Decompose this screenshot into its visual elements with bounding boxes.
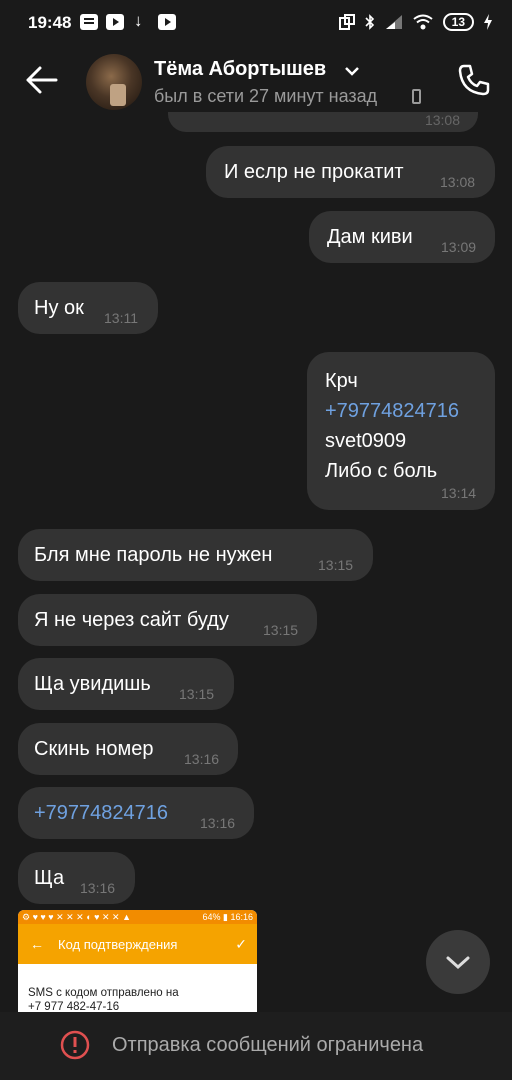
signal-icon <box>385 15 402 29</box>
message-time: 13:08 <box>440 174 476 190</box>
document-icon <box>80 14 98 30</box>
message-bubble-incoming[interactable]: Я не через сайт буду 13:15 <box>18 594 317 646</box>
chat-header: Тёма Абортышев был в сети 27 минут назад <box>0 48 512 114</box>
youtube-icon <box>106 14 124 30</box>
battery-indicator: 13 <box>442 13 474 31</box>
message-time: 13:14 <box>441 485 477 501</box>
message-text: Я не через сайт буду <box>34 609 229 631</box>
message-bubble-partial: 13:08 <box>168 112 478 132</box>
bluetooth-icon <box>365 14 374 30</box>
message-time: 13:08 <box>424 112 460 128</box>
screenshot-battery: 64% <box>202 911 221 922</box>
screenshot-status-icons: ⚙ ♥ ♥ ♥ ✕ ✕ ✕ ◐ ♥ ✕ ✕ ▲ <box>22 911 131 922</box>
youtube-icon <box>158 14 176 30</box>
back-arrow-icon[interactable] <box>22 62 62 98</box>
messaging-restricted-bar: Отправка сообщений ограничена <box>0 1012 512 1080</box>
message-time: 13:16 <box>184 751 220 767</box>
message-bubble-incoming[interactable]: Ща увидишь 13:15 <box>18 658 234 710</box>
mobile-device-icon <box>412 89 421 104</box>
message-text: Бля мне пароль не нужен <box>34 544 273 566</box>
message-bubble-outgoing[interactable]: Дам киви 13:09 <box>309 211 495 263</box>
chevron-down-icon[interactable] <box>344 66 360 76</box>
message-text-line: Крч <box>325 370 358 392</box>
message-bubble-incoming[interactable]: Ща 13:16 <box>18 852 135 904</box>
screen-mirror-icon <box>338 14 355 30</box>
screenshot-title: Код подтверждения <box>58 936 178 952</box>
charging-icon <box>484 14 492 30</box>
message-text: И еслр не прокатит <box>224 161 404 183</box>
chevron-down-icon <box>446 956 470 970</box>
wifi-icon <box>413 14 433 30</box>
message-time: 13:09 <box>441 239 477 255</box>
phone-call-icon[interactable] <box>456 62 492 98</box>
message-bubble-incoming[interactable]: Бля мне пароль не нужен 13:15 <box>18 529 373 581</box>
message-bubble-incoming[interactable]: Скинь номер 13:16 <box>18 723 238 775</box>
warning-icon <box>60 1030 90 1060</box>
download-icon <box>132 11 150 31</box>
scroll-to-bottom-button[interactable] <box>426 930 490 994</box>
message-text: Ща увидишь <box>34 673 151 695</box>
message-text-line: svet0909 <box>325 430 407 452</box>
message-text: Дам киви <box>327 226 413 248</box>
message-text: Ща <box>34 867 65 889</box>
status-time: 19:48 <box>28 13 72 32</box>
message-time: 13:15 <box>263 622 299 638</box>
screenshot-back-arrow-icon: ← <box>30 936 44 952</box>
message-bubble-incoming[interactable]: Ну ок 13:11 <box>18 282 158 334</box>
message-time: 13:11 <box>104 310 138 326</box>
message-bubble-incoming[interactable]: +79774824716 13:16 <box>18 787 254 839</box>
status-bar: 19:48 13 <box>0 0 512 48</box>
message-time: 13:16 <box>200 815 236 831</box>
screenshot-time: 16:16 <box>230 911 253 922</box>
last-seen-status: был в сети 27 минут назад <box>154 86 378 106</box>
screenshot-app-bar: ← Код подтверждения ✓ <box>18 924 257 964</box>
avatar[interactable] <box>86 54 142 110</box>
message-bubble-outgoing[interactable]: И еслр не прокатит 13:08 <box>206 146 495 198</box>
screenshot-check-icon: ✓ <box>235 935 247 952</box>
contact-name[interactable]: Тёма Абортышев <box>154 58 326 81</box>
restriction-text: Отправка сообщений ограничена <box>112 1034 424 1056</box>
message-bubble-outgoing[interactable]: Крч +79774824716 svet0909 Либо с боль 13… <box>307 352 495 510</box>
message-time: 13:16 <box>80 880 116 896</box>
message-text: Скинь номер <box>34 738 154 760</box>
screenshot-status-bar: ⚙ ♥ ♥ ♥ ✕ ✕ ✕ ◐ ♥ ✕ ✕ ▲ 64% ▮ 16:16 <box>18 910 257 924</box>
phone-number-link[interactable]: +79774824716 <box>34 802 168 825</box>
image-attachment[interactable]: ⚙ ♥ ♥ ♥ ✕ ✕ ✕ ◐ ♥ ✕ ✕ ▲ 64% ▮ 16:16 ← Ко… <box>18 910 257 1020</box>
message-text-line: Либо с боль <box>325 460 438 482</box>
message-text: Ну ок <box>34 297 84 319</box>
phone-number-link[interactable]: +79774824716 <box>325 396 459 426</box>
screenshot-text: SMS с кодом отправлено на <box>28 987 179 999</box>
message-time: 13:15 <box>318 557 354 573</box>
message-time: 13:15 <box>179 686 215 702</box>
